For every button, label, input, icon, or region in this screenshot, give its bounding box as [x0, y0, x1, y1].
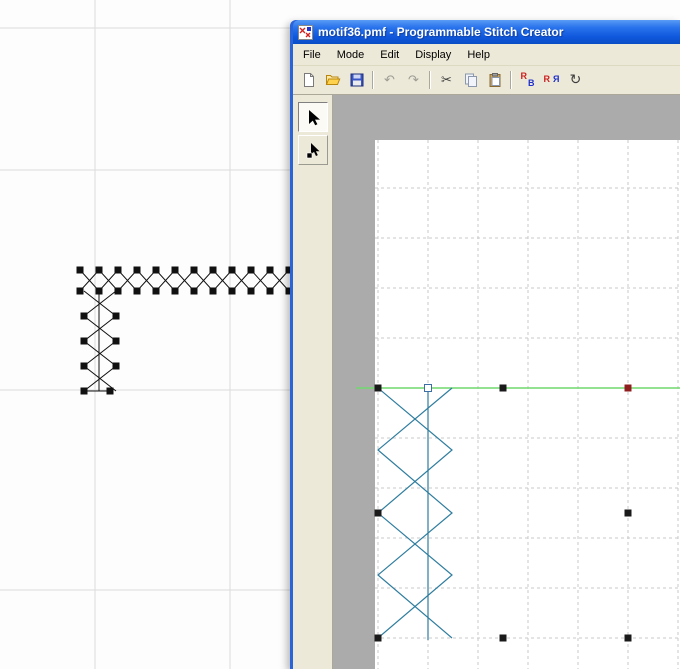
motif-stitch-point: [267, 288, 274, 295]
tool-palette: [293, 95, 333, 669]
motif-stitch-point: [107, 388, 114, 395]
mirror-rr-icon: R Я: [544, 72, 560, 88]
point-edit-arrow-icon: [304, 141, 322, 159]
motif-stitch-point: [77, 267, 84, 274]
motif-stitch-point: [191, 288, 198, 295]
selection-handle[interactable]: [500, 385, 507, 392]
select-arrow-icon: [304, 108, 322, 126]
motif-stitch-point: [172, 288, 179, 295]
save-button[interactable]: [345, 69, 368, 91]
selection-handle[interactable]: [500, 635, 507, 642]
motif-stitch-point: [229, 267, 236, 274]
app-icon[interactable]: [298, 25, 313, 40]
new-document-icon: [301, 72, 317, 88]
selection-handle[interactable]: [375, 635, 382, 642]
window-content: [293, 95, 680, 669]
select-tool-button[interactable]: [298, 102, 328, 132]
toolbar: ↶ ↷ ✂ R B: [293, 66, 680, 95]
menu-help[interactable]: Help: [459, 46, 498, 64]
motif-stitch-line: [84, 291, 116, 391]
copy-icon: [463, 72, 479, 88]
save-floppy-icon: [349, 72, 365, 88]
selection-handle[interactable]: [375, 510, 382, 517]
motif-stitch-point: [134, 288, 141, 295]
selection-handle[interactable]: [625, 385, 632, 392]
motif-stitch-point: [81, 363, 88, 370]
copy-button[interactable]: [459, 69, 482, 91]
motif-stitch-point: [81, 388, 88, 395]
app-window: motif36.pmf - Programmable Stitch Creato…: [290, 20, 680, 669]
motif-stitch-point: [229, 288, 236, 295]
selection-handle[interactable]: [375, 385, 382, 392]
menu-bar: File Mode Edit Display Help: [293, 44, 680, 66]
motif-stitch-point: [267, 267, 274, 274]
undo-button[interactable]: ↶: [378, 69, 401, 91]
motif-stitch-point: [191, 267, 198, 274]
cut-scissors-icon: ✂: [441, 74, 452, 87]
title-bar[interactable]: motif36.pmf - Programmable Stitch Creato…: [293, 20, 680, 44]
rotate-button[interactable]: ↻: [564, 69, 587, 91]
selection-handle[interactable]: [625, 635, 632, 642]
stitch-editor-drawing[interactable]: [333, 95, 680, 669]
redo-button[interactable]: ↷: [402, 69, 425, 91]
motif-stitch-point: [113, 313, 120, 320]
toolbar-separator: [510, 71, 512, 89]
menu-edit[interactable]: Edit: [372, 46, 407, 64]
motif-stitch-point: [248, 267, 255, 274]
selected-point-handle[interactable]: [425, 385, 432, 392]
motif-stitch-point: [77, 288, 84, 295]
window-title: motif36.pmf - Programmable Stitch Creato…: [318, 25, 563, 39]
paste-button[interactable]: [483, 69, 506, 91]
motif-stitch-point: [96, 288, 103, 295]
motif-stitch-point: [113, 363, 120, 370]
motif-stitch-point: [96, 267, 103, 274]
motif-stitch-line: [80, 270, 289, 291]
open-folder-icon: [325, 72, 341, 88]
open-button[interactable]: [321, 69, 344, 91]
motif-stitch-point: [81, 338, 88, 345]
toolbar-separator: [372, 71, 374, 89]
menu-file[interactable]: File: [295, 46, 329, 64]
paste-clipboard-icon: [487, 72, 503, 88]
motif-stitch-point: [248, 288, 255, 295]
new-button[interactable]: [297, 69, 320, 91]
motif-stitch-point: [115, 267, 122, 274]
motif-stitch-point: [81, 313, 88, 320]
menu-mode[interactable]: Mode: [329, 46, 373, 64]
motif-stitch-point: [134, 267, 141, 274]
motif-stitch-point: [115, 288, 122, 295]
cut-button[interactable]: ✂: [435, 69, 458, 91]
motif-stitch-point: [153, 267, 160, 274]
rotate-refresh-icon: ↻: [570, 73, 582, 87]
stitch-order-button[interactable]: R B: [516, 69, 539, 91]
menu-display[interactable]: Display: [407, 46, 459, 64]
stitch-edit-canvas[interactable]: [333, 95, 680, 669]
point-edit-tool-button[interactable]: [298, 135, 328, 165]
motif-stitch-line: [84, 291, 116, 391]
redo-icon: ↷: [408, 74, 419, 87]
undo-icon: ↶: [384, 74, 395, 87]
toolbar-separator: [429, 71, 431, 89]
motif-stitch-point: [172, 267, 179, 274]
stitch-order-rb-icon: R B: [520, 72, 536, 88]
motif-stitch-point: [210, 267, 217, 274]
motif-stitch-point: [153, 288, 160, 295]
motif-stitch-point: [113, 338, 120, 345]
motif-stitch-point: [210, 288, 217, 295]
selection-handle[interactable]: [625, 510, 632, 517]
mirror-button[interactable]: R Я: [540, 69, 563, 91]
